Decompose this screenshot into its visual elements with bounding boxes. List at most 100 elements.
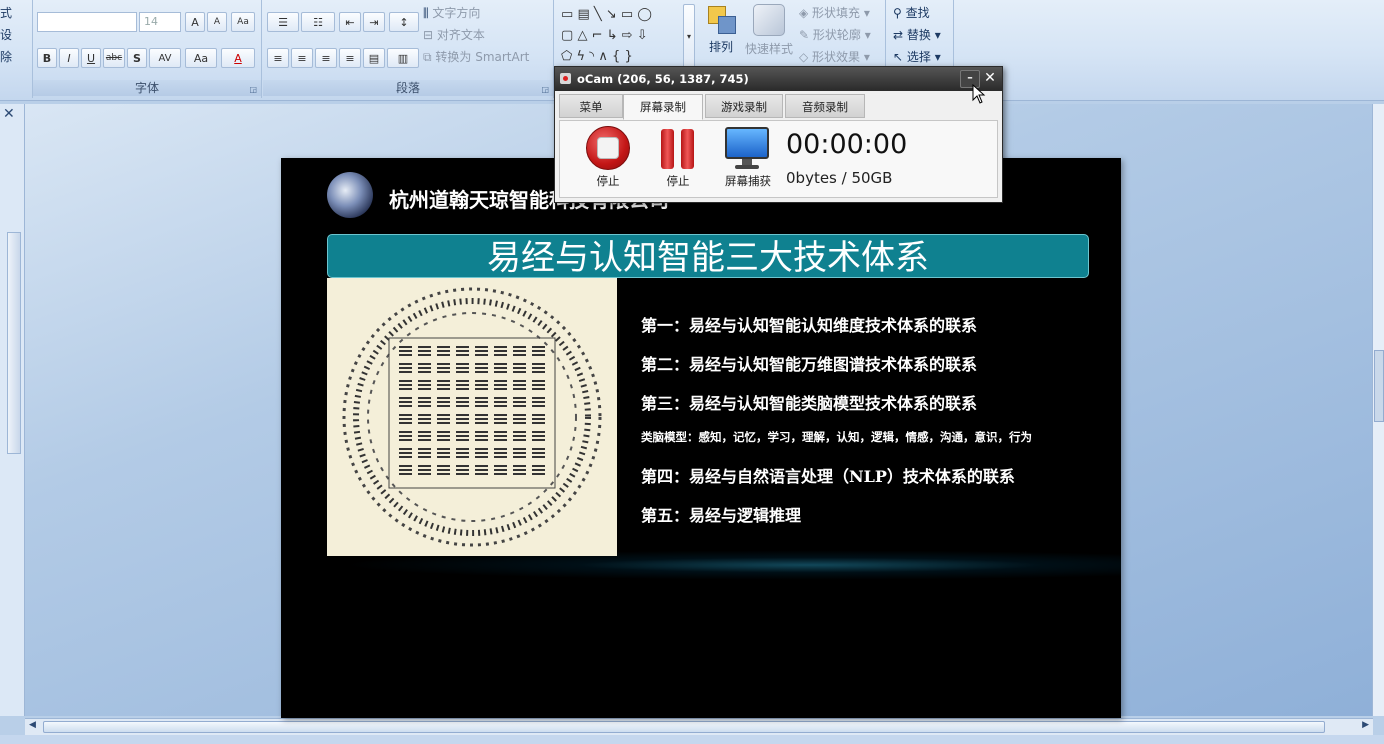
increase-indent-button[interactable]: ⇥: [363, 12, 385, 32]
tab-audio-record[interactable]: 音频录制: [785, 94, 865, 118]
replace-button[interactable]: ⇄ 替换 ▾: [893, 26, 941, 43]
rectangle-shape-icon[interactable]: ▭: [621, 7, 633, 22]
hexagram-line: [399, 452, 412, 454]
hexagram-line: [532, 418, 545, 420]
clear-format-button[interactable]: Aa: [231, 12, 255, 32]
shrink-font-button[interactable]: A: [207, 12, 227, 32]
horizontal-scroll-thumb[interactable]: [43, 721, 1325, 733]
pane-scrollbar[interactable]: [7, 232, 21, 454]
list-item[interactable]: 第一：易经与认知智能认知维度技术体系的联系: [641, 312, 977, 336]
list-item[interactable]: 第五：易经与逻辑推理: [641, 502, 801, 526]
shape-outline-label: 形状轮廓: [812, 28, 861, 42]
arrow-line-shape-icon[interactable]: ↘: [606, 7, 617, 22]
tab-screen-record[interactable]: 屏幕录制: [623, 94, 703, 120]
arrange-button[interactable]: 排列: [701, 4, 741, 62]
hexagram-line: [418, 473, 431, 475]
screen-capture-button[interactable]: 屏幕捕获: [720, 125, 776, 189]
align-text-button[interactable]: ⊟ 对齐文本: [423, 26, 485, 43]
tab-menu[interactable]: 菜单: [559, 94, 623, 118]
strikethrough-button[interactable]: abc: [103, 48, 125, 68]
ocam-window[interactable]: oCam (206, 56, 1387, 745) – ✕ 菜单 屏幕录制 游戏…: [554, 66, 1003, 203]
text-shadow-button[interactable]: S: [127, 48, 147, 68]
right-arrow-shape-icon[interactable]: ⇨: [622, 28, 633, 43]
ribbon-partial-label-1[interactable]: 式: [0, 4, 12, 21]
bagua-diagram-image[interactable]: [327, 278, 617, 556]
triangle-shape-icon[interactable]: △: [577, 28, 587, 43]
shapes-scroll-button[interactable]: ▾: [683, 4, 695, 68]
select-button[interactable]: ↖ 选择 ▾: [893, 48, 941, 65]
distribute-button[interactable]: ▤: [363, 48, 385, 68]
pentagon-shape-icon[interactable]: ⬠: [561, 49, 572, 64]
change-case-button[interactable]: Aa: [185, 48, 217, 68]
shape-effects-button[interactable]: ◇ 形状效果 ▾: [799, 48, 870, 65]
rounded-rect-shape-icon[interactable]: ▢: [561, 28, 573, 43]
shapes-gallery[interactable]: ▭ ▤ ╲ ↘ ▭ ◯ ▢ △ ⌐ ↳ ⇨ ⇩ ⬠ ϟ ◝ ∧ { }: [561, 4, 683, 67]
hexagram-line: [494, 388, 507, 390]
bullets-button[interactable]: ☰: [267, 12, 299, 32]
vertical-scrollbar[interactable]: [1372, 104, 1384, 716]
hexagram-line: [513, 435, 526, 437]
elbow-connector-shape-icon[interactable]: ⌐: [592, 28, 603, 43]
elbow-arrow-shape-icon[interactable]: ↳: [607, 28, 618, 43]
hexagram-line: [399, 384, 412, 386]
textbox-shape-icon[interactable]: ▭: [561, 7, 573, 22]
hexagram-line: [399, 380, 412, 382]
columns-button[interactable]: ▥: [387, 48, 419, 68]
record-stop-button[interactable]: 停止: [580, 125, 636, 189]
quick-styles-button[interactable]: 快速样式: [745, 4, 793, 62]
shape-fill-button[interactable]: ◈ 形状填充 ▾: [799, 4, 870, 21]
font-dialog-launcher-icon[interactable]: ◲: [249, 85, 257, 94]
hexagram-line: [475, 435, 488, 437]
list-item[interactable]: 类脑模型：感知，记忆，学习，理解，认知，逻辑，情感，沟通，意识，行为: [641, 429, 1032, 445]
arc-shape-icon[interactable]: ◝: [589, 49, 594, 64]
align-right-button[interactable]: ≡: [315, 48, 337, 68]
scroll-right-icon[interactable]: ▶: [1362, 720, 1369, 730]
underline-button[interactable]: U: [81, 48, 101, 68]
left-brace-shape-icon[interactable]: {: [612, 49, 620, 64]
justify-button[interactable]: ≡: [339, 48, 361, 68]
oval-shape-icon[interactable]: ◯: [637, 7, 652, 22]
text-direction-button[interactable]: ⫼ 文字方向: [423, 4, 480, 21]
hexagram-line: [399, 418, 412, 420]
align-left-button[interactable]: ≡: [267, 48, 289, 68]
find-button[interactable]: ⚲ 查找: [893, 4, 930, 21]
line-spacing-button[interactable]: ↕: [389, 12, 419, 32]
convert-smartart-button[interactable]: ⧉ 转换为 SmartArt: [423, 48, 529, 65]
lightning-shape-icon[interactable]: ϟ: [576, 49, 585, 64]
numbering-button[interactable]: ☷: [301, 12, 335, 32]
close-pane-icon[interactable]: ✕: [3, 106, 15, 122]
scroll-left-icon[interactable]: ◀: [29, 720, 36, 730]
bold-button[interactable]: B: [37, 48, 57, 68]
down-arrow-shape-icon[interactable]: ⇩: [637, 28, 648, 43]
ribbon-partial-label-2[interactable]: 设: [0, 26, 12, 43]
hexagram-line: [456, 418, 469, 420]
slide-title-banner[interactable]: 易经与认知智能三大技术体系: [327, 234, 1089, 278]
grow-font-button[interactable]: A: [185, 12, 205, 32]
vertical-textbox-shape-icon[interactable]: ▤: [577, 7, 589, 22]
list-item[interactable]: 第二：易经与认知智能万维图谱技术体系的联系: [641, 351, 977, 375]
ocam-title: oCam (206, 56, 1387, 745): [577, 72, 749, 86]
pause-button[interactable]: 停止: [650, 125, 706, 189]
decrease-indent-button[interactable]: ⇤: [339, 12, 361, 32]
paragraph-dialog-launcher-icon[interactable]: ◲: [541, 85, 549, 94]
tab-game-record[interactable]: 游戏录制: [705, 94, 783, 118]
slide-canvas[interactable]: 杭州道翰天琼智能科技有限公司 易经与认知智能三大技术体系 第一：易经与认知智能认…: [281, 158, 1121, 718]
shape-outline-button[interactable]: ✎ 形状轮廓 ▾: [799, 26, 871, 43]
ocam-titlebar[interactable]: oCam (206, 56, 1387, 745) – ✕: [555, 67, 1002, 91]
horizontal-scrollbar[interactable]: ◀ ▶: [25, 718, 1373, 735]
vertical-scroll-thumb[interactable]: [1374, 350, 1384, 422]
italic-button[interactable]: I: [59, 48, 79, 68]
hexagram-line: [532, 422, 545, 424]
char-spacing-button[interactable]: AV: [149, 48, 181, 68]
font-size-field[interactable]: 14: [139, 12, 181, 32]
right-brace-shape-icon[interactable]: }: [624, 49, 632, 64]
freeform-shape-icon[interactable]: ∧: [598, 49, 608, 64]
align-center-button[interactable]: ≡: [291, 48, 313, 68]
list-item[interactable]: 第三：易经与认知智能类脑模型技术体系的联系: [641, 390, 977, 414]
line-shape-icon[interactable]: ╲: [594, 7, 602, 22]
ribbon-partial-label-3[interactable]: 除: [0, 48, 12, 65]
font-color-button[interactable]: A: [221, 48, 255, 68]
font-name-field[interactable]: [37, 12, 137, 32]
list-item[interactable]: 第四：易经与自然语言处理（NLP）技术体系的联系: [641, 463, 1015, 487]
hexagram-line: [399, 363, 412, 365]
